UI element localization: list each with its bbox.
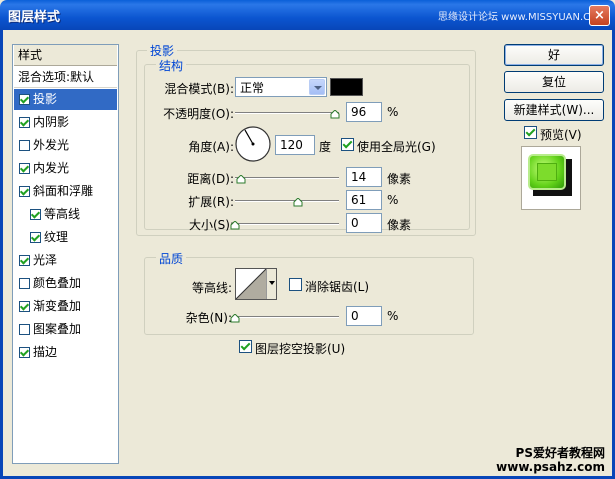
opacity-slider-thumb[interactable] — [330, 110, 340, 119]
global-light-label[interactable]: 使用全局光(G) — [357, 138, 436, 155]
distance-slider-thumb[interactable] — [236, 175, 246, 184]
noise-input[interactable]: 0 — [346, 306, 382, 326]
style-item[interactable]: 光泽 — [14, 250, 117, 271]
title-bar: 图层样式 思缘设计论坛 www.MISSYUAN.COM × — [0, 0, 615, 30]
blend-options-item[interactable]: 混合选项:默认 — [14, 67, 117, 88]
angle-dial-icon[interactable] — [234, 125, 272, 163]
style-item-checkbox[interactable] — [19, 278, 30, 289]
knockout-checkbox[interactable] — [239, 340, 252, 353]
blend-mode-value: 正常 — [240, 81, 265, 95]
style-item[interactable]: 图案叠加 — [14, 319, 117, 340]
style-item-label: 投影 — [33, 92, 58, 106]
contour-dropdown-arrow[interactable] — [266, 269, 276, 299]
style-item-checkbox[interactable] — [19, 301, 30, 312]
opacity-label: 不透明度(O): — [163, 107, 234, 121]
style-item[interactable]: 外发光 — [14, 135, 117, 156]
quality-group-title: 品质 — [156, 250, 187, 267]
spread-input[interactable]: 61 — [346, 190, 382, 210]
reset-button[interactable]: 复位 — [504, 71, 604, 93]
opacity-slider-track[interactable] — [235, 112, 339, 114]
style-item[interactable]: 颜色叠加 — [14, 273, 117, 294]
noise-unit: % — [387, 309, 399, 323]
style-item-label: 描边 — [33, 345, 58, 359]
noise-slider-track[interactable] — [235, 316, 339, 318]
style-item-label: 渐变叠加 — [33, 299, 82, 313]
footer-watermark-title: PS爱好者教程网 — [515, 446, 605, 460]
shadow-color-swatch[interactable] — [330, 78, 363, 96]
size-slider-track[interactable] — [235, 223, 339, 225]
contour-label: 等高线: — [191, 281, 232, 295]
style-item[interactable]: 投影 — [14, 89, 117, 110]
style-item-checkbox[interactable] — [19, 163, 30, 174]
new-style-button[interactable]: 新建样式(W)... — [504, 99, 604, 121]
watermark-text: 思缘设计论坛 www.MISSYUAN.COM — [438, 12, 607, 23]
style-item-label: 斜面和浮雕 — [33, 184, 94, 198]
angle-unit: 度 — [319, 140, 332, 154]
style-item-label: 内阴影 — [33, 115, 70, 129]
preview-label[interactable]: 预览(V) — [540, 126, 582, 143]
size-input[interactable]: 0 — [346, 213, 382, 233]
size-slider-thumb[interactable] — [230, 221, 240, 230]
chevron-down-icon — [309, 79, 325, 95]
noise-label: 杂色(N): — [185, 311, 232, 325]
blend-mode-select[interactable]: 正常 — [235, 77, 327, 97]
style-item-label: 颜色叠加 — [33, 276, 82, 290]
size-label: 大小(S): — [188, 218, 234, 232]
style-item-label: 光泽 — [33, 253, 58, 267]
angle-input[interactable]: 120 — [275, 135, 315, 155]
noise-slider-thumb[interactable] — [230, 314, 240, 323]
footer-watermark-url: www.psahz.com — [496, 460, 605, 474]
style-item-label: 等高线 — [44, 207, 81, 221]
size-unit: 像素 — [387, 218, 412, 232]
style-item[interactable]: 描边 — [14, 342, 117, 363]
distance-input[interactable]: 14 — [346, 167, 382, 187]
style-item-checkbox[interactable] — [30, 209, 41, 220]
distance-label: 距离(D): — [187, 172, 234, 186]
style-item[interactable]: 斜面和浮雕 — [14, 181, 117, 202]
contour-picker[interactable] — [235, 268, 277, 300]
distance-slider-track[interactable] — [235, 177, 339, 179]
style-item[interactable]: 内阴影 — [14, 112, 117, 133]
opacity-input[interactable]: 96 — [346, 102, 382, 122]
style-list-header: 样式 — [14, 45, 117, 66]
structure-group-title: 结构 — [156, 57, 187, 74]
angle-label: 角度(A): — [188, 140, 234, 154]
style-item[interactable]: 纹理 — [14, 227, 117, 248]
style-item-label: 外发光 — [33, 138, 70, 152]
style-item-checkbox[interactable] — [19, 117, 30, 128]
style-item-label: 图案叠加 — [33, 322, 82, 336]
preview-checkbox[interactable] — [524, 126, 537, 139]
window-title: 图层样式 — [8, 10, 61, 25]
global-light-checkbox[interactable] — [341, 138, 354, 151]
spread-label: 扩展(R): — [188, 195, 234, 209]
style-list: 样式 混合选项:默认 投影内阴影外发光内发光斜面和浮雕等高线纹理光泽颜色叠加渐变… — [12, 44, 119, 464]
preview-green-square — [528, 154, 566, 190]
ok-button[interactable]: 好 — [504, 44, 604, 66]
close-button[interactable]: × — [589, 5, 610, 26]
style-item-checkbox[interactable] — [19, 140, 30, 151]
style-item-checkbox[interactable] — [19, 324, 30, 335]
blend-mode-label: 混合模式(B): — [164, 82, 234, 96]
distance-unit: 像素 — [387, 172, 412, 186]
style-item-checkbox[interactable] — [19, 94, 30, 105]
antialias-label[interactable]: 消除锯齿(L) — [305, 278, 369, 295]
style-item-checkbox[interactable] — [19, 347, 30, 358]
spread-unit: % — [387, 193, 399, 207]
knockout-label[interactable]: 图层挖空投影(U) — [255, 340, 345, 357]
style-item-checkbox[interactable] — [30, 232, 41, 243]
style-item[interactable]: 渐变叠加 — [14, 296, 117, 317]
spread-slider-track[interactable] — [235, 200, 339, 202]
contour-curve-icon — [236, 269, 266, 299]
style-item-checkbox[interactable] — [19, 186, 30, 197]
style-item[interactable]: 内发光 — [14, 158, 117, 179]
preview-thumbnail — [521, 146, 581, 210]
style-item-label: 内发光 — [33, 161, 70, 175]
style-item-checkbox[interactable] — [19, 255, 30, 266]
antialias-checkbox[interactable] — [289, 278, 302, 291]
spread-slider-thumb[interactable] — [293, 198, 303, 207]
style-item-label: 纹理 — [44, 230, 69, 244]
opacity-unit: % — [387, 105, 399, 119]
style-item[interactable]: 等高线 — [14, 204, 117, 225]
